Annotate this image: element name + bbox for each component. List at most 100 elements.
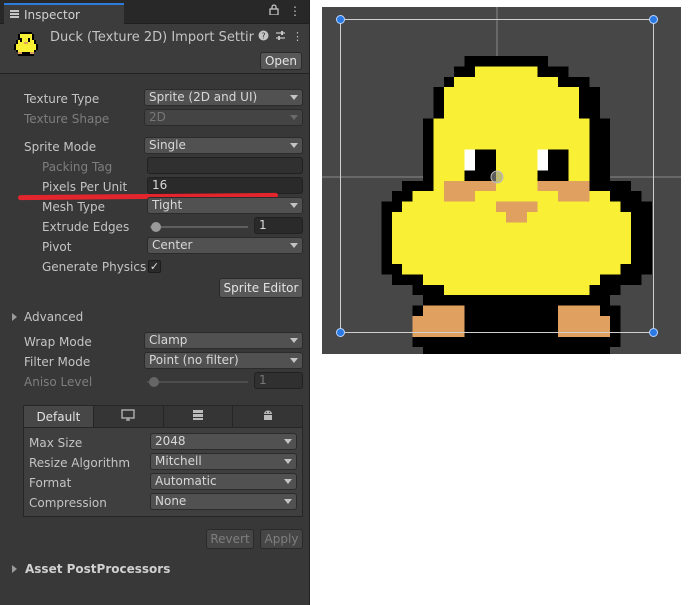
monitor-icon	[121, 409, 135, 424]
pixels-per-unit-field[interactable]: 16	[147, 177, 303, 194]
mesh-type-label: Mesh Type	[42, 200, 105, 214]
lock-icon[interactable]	[269, 4, 279, 18]
tab-standalone[interactable]	[93, 406, 164, 427]
advanced-label: Advanced	[24, 310, 84, 324]
format-label: Format	[29, 476, 72, 490]
generate-physics-checkbox[interactable]: ✓	[148, 260, 161, 273]
corner-handle-top-right[interactable]	[649, 15, 658, 24]
sprite-mode-dropdown[interactable]: Single	[144, 137, 303, 154]
resize-algorithm-label: Resize Algorithm	[29, 456, 131, 470]
aniso-level-slider-handle	[149, 377, 159, 387]
duck-pixel-art	[381, 56, 652, 354]
wrap-mode-row: Wrap Mode Clamp	[0, 332, 309, 352]
pivot-dropdown[interactable]: Center	[147, 237, 303, 254]
revert-button[interactable]: Revert	[206, 529, 254, 549]
android-icon	[262, 409, 274, 424]
advanced-foldout[interactable]: Advanced	[0, 307, 309, 327]
sprite-mode-value: Single	[149, 138, 186, 152]
resize-algorithm-dropdown[interactable]: Mitchell	[150, 453, 297, 470]
aniso-level-field: 1	[254, 372, 303, 389]
preset-icon[interactable]	[275, 30, 286, 44]
sprite-mode-row: Sprite Mode Single	[0, 137, 309, 157]
max-size-dropdown[interactable]: 2048	[150, 433, 297, 450]
open-button[interactable]: Open	[260, 52, 302, 70]
duck-sprite	[322, 7, 681, 354]
aniso-level-label: Aniso Level	[24, 375, 93, 389]
tab-default[interactable]: Default	[24, 406, 94, 427]
svg-text:?: ?	[261, 32, 265, 41]
tab-inspector[interactable]: Inspector	[4, 3, 124, 24]
chevron-down-icon	[290, 243, 298, 248]
generate-physics-label: Generate Physics	[42, 260, 147, 274]
extrude-edges-slider-handle[interactable]	[151, 222, 161, 232]
extrude-edges-slider-track[interactable]	[150, 226, 248, 228]
tab-label: Inspector	[24, 7, 80, 22]
extrude-edges-label: Extrude Edges	[42, 220, 130, 234]
kebab-menu-icon[interactable]: ⋮	[289, 4, 301, 18]
compression-value: None	[155, 494, 187, 508]
wrap-mode-value: Clamp	[149, 333, 188, 347]
chevron-right-icon	[12, 313, 17, 321]
format-dropdown[interactable]: Automatic	[150, 473, 297, 490]
compression-row: Compression None	[24, 493, 302, 513]
chevron-down-icon	[290, 338, 298, 343]
pivot-marker	[490, 170, 504, 184]
packing-tag-row: Packing Tag	[0, 157, 309, 177]
extrude-edges-row: Extrude Edges 1	[0, 217, 309, 237]
apply-button[interactable]: Apply	[260, 529, 303, 549]
extrude-edges-field[interactable]: 1	[254, 217, 303, 234]
corner-handle-bottom-right[interactable]	[649, 328, 658, 337]
filter-mode-dropdown[interactable]: Point (no filter)	[144, 352, 303, 369]
wrap-mode-label: Wrap Mode	[24, 335, 92, 349]
format-row: Format Automatic	[24, 473, 302, 493]
texture-type-value: Sprite (2D and UI)	[149, 90, 258, 104]
chevron-right-icon	[12, 565, 17, 573]
mesh-type-value: Tight	[152, 198, 183, 212]
filter-mode-label: Filter Mode	[24, 355, 91, 369]
mesh-type-dropdown[interactable]: Tight	[147, 197, 303, 214]
chevron-down-icon	[290, 95, 298, 100]
max-size-value: 2048	[155, 434, 186, 448]
asset-title: Duck (Texture 2D) Import Settir	[50, 30, 255, 45]
chevron-down-icon	[290, 143, 298, 148]
chevron-down-icon	[284, 479, 292, 484]
server-icon	[192, 409, 204, 424]
aniso-level-row: Aniso Level 1	[0, 372, 309, 392]
mesh-type-row: Mesh Type Tight	[0, 197, 309, 217]
corner-handle-bottom-left[interactable]	[336, 328, 345, 337]
sprite-preview-viewport[interactable]	[322, 7, 681, 354]
chevron-down-icon	[290, 203, 298, 208]
help-icon[interactable]: ?	[258, 30, 269, 44]
asset-postprocessors-foldout[interactable]: Asset PostProcessors	[0, 559, 309, 579]
texture-shape-value: 2D	[149, 110, 166, 124]
packing-tag-field	[147, 157, 303, 174]
compression-dropdown[interactable]: None	[150, 493, 297, 510]
inspector-panel: Inspector ⋮ Duck (Texture 2D) Import Set…	[0, 0, 310, 605]
texture-type-row: Texture Type Sprite (2D and UI)	[0, 89, 309, 109]
wrap-mode-dropdown[interactable]: Clamp	[144, 332, 303, 349]
texture-shape-label: Texture Shape	[24, 112, 110, 126]
platform-settings-box: Default Max Size 2048 Resize Algorithm M…	[23, 405, 303, 517]
asset-header: Duck (Texture 2D) Import Settir ? ⋮ Open	[0, 24, 309, 74]
max-size-label: Max Size	[29, 436, 83, 450]
pivot-value: Center	[152, 238, 193, 252]
sprite-editor-button[interactable]: Sprite Editor	[219, 278, 303, 298]
pivot-label: Pivot	[42, 240, 72, 254]
chevron-down-icon	[290, 115, 298, 120]
more-icon[interactable]: ⋮	[292, 30, 303, 44]
resize-algorithm-row: Resize Algorithm Mitchell	[24, 453, 302, 473]
pixels-per-unit-label: Pixels Per Unit	[42, 180, 128, 194]
compression-label: Compression	[29, 496, 107, 510]
tab-android[interactable]	[233, 406, 302, 427]
inspector-icon	[10, 10, 19, 19]
texture-type-label: Texture Type	[24, 92, 100, 106]
tab-default-label: Default	[36, 409, 81, 424]
tab-server[interactable]	[163, 406, 234, 427]
texture-type-dropdown[interactable]: Sprite (2D and UI)	[144, 89, 303, 106]
filter-mode-value: Point (no filter)	[149, 353, 239, 367]
corner-handle-top-left[interactable]	[336, 15, 345, 24]
generate-physics-row: Generate Physics ✓	[0, 257, 309, 277]
packing-tag-label: Packing Tag	[42, 160, 113, 174]
texture-shape-dropdown: 2D	[144, 109, 303, 126]
resize-algorithm-value: Mitchell	[155, 454, 202, 468]
